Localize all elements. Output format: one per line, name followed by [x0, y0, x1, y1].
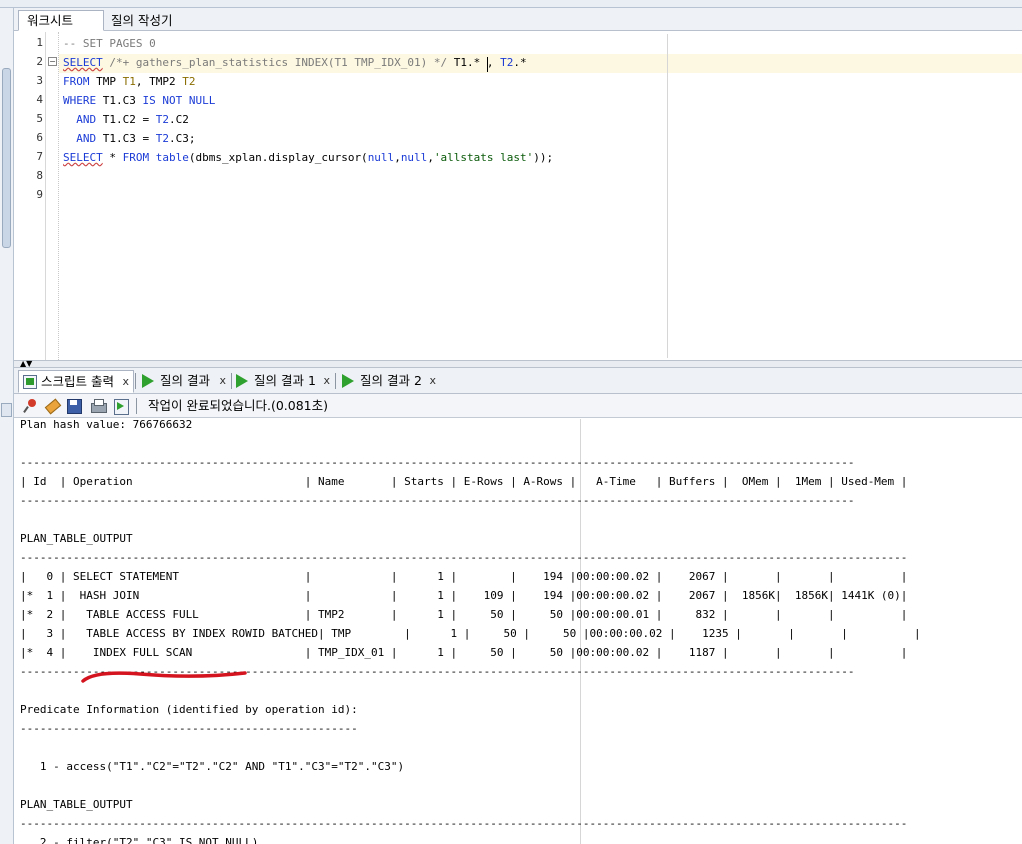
left-scroll-thumb[interactable] [2, 68, 11, 248]
code-line-7: SELECT * FROM table(dbms_xplan.display_c… [63, 151, 554, 164]
tab-separator [135, 373, 136, 389]
clear-eraser-icon[interactable] [44, 398, 60, 414]
panel-splitter[interactable]: ▲▼ [14, 360, 1022, 368]
splitter-arrows-icon[interactable]: ▲▼ [20, 360, 32, 368]
output-line: PLAN_TABLE_OUTPUT [20, 532, 133, 545]
toolbar-separator [136, 398, 137, 414]
tab-close-button[interactable]: x [219, 370, 226, 392]
tab-separator [335, 373, 336, 389]
right-margin-guide [667, 34, 668, 358]
save-icon[interactable] [66, 398, 82, 414]
text-caret [487, 57, 488, 72]
left-side-marker[interactable] [1, 403, 12, 417]
line-number: 1 [36, 36, 43, 49]
tab-script-output[interactable]: 스크립트 출력 x [18, 370, 134, 393]
window-top-strip [0, 0, 1022, 8]
code-line-4: WHERE T1.C3 IS NOT NULL [63, 94, 216, 107]
run-result-icon [342, 374, 354, 388]
output-line: 2 - filter("T2"."C3" IS NOT NULL) [20, 836, 259, 844]
output-line: ----------------------------------------… [20, 456, 855, 469]
script-output-icon [23, 375, 37, 389]
tab-close-button[interactable]: x [429, 370, 436, 392]
line-number: 8 [36, 169, 43, 182]
left-side-bar [0, 8, 14, 844]
line-number: 4 [36, 93, 43, 106]
output-line: |* 4 | INDEX FULL SCAN | TMP_IDX_01 | 1 … [20, 646, 908, 659]
tab-query-result-2[interactable]: 질의 결과 2 x [338, 370, 440, 393]
code-line-3: FROM TMP T1, TMP2 T2 [63, 75, 196, 88]
output-tab-bar: 스크립트 출력 x 질의 결과 x 질의 결과 1 x 질의 결과 2 x [14, 368, 1022, 394]
output-line: ----------------------------------------… [20, 551, 908, 564]
output-line: Plan hash value: 766766632 [20, 419, 193, 431]
line-number: 6 [36, 131, 43, 144]
output-line: | 3 | TABLE ACCESS BY INDEX ROWID BATCHE… [20, 627, 921, 640]
run-result-icon [236, 374, 248, 388]
output-line: ----------------------------------------… [20, 817, 908, 830]
red-underline-annotation [81, 671, 247, 683]
code-line-2: SELECT /*+ gathers_plan_statistics INDEX… [63, 56, 527, 69]
run-result-icon [142, 374, 154, 388]
tab-query-builder[interactable]: 질의 작성기 [102, 10, 181, 31]
output-line: |* 1 | HASH JOIN | | 1 | 109 | 194 |00:0… [20, 589, 908, 602]
sql-editor[interactable]: 1 2 3 4 5 6 7 8 9 − -- SET PAGES 0 SELEC… [14, 32, 1022, 360]
line-number: 2 [36, 55, 43, 68]
code-line-5: AND T1.C2 = T2.C2 [76, 113, 189, 126]
print-icon[interactable] [90, 398, 107, 414]
line-number: 9 [36, 188, 43, 201]
output-line: |* 2 | TABLE ACCESS FULL | TMP2 | 1 | 50… [20, 608, 908, 621]
line-number: 5 [36, 112, 43, 125]
script-output-area[interactable]: Plan hash value: 766766632 --------------… [14, 419, 1022, 844]
output-line: ----------------------------------------… [20, 494, 855, 507]
tab-label: 스크립트 출력 [41, 374, 114, 389]
output-line: 1 - access("T1"."C2"="T2"."C2" AND "T1".… [20, 760, 405, 773]
output-line: | Id | Operation | Name | Starts | E-Row… [20, 475, 908, 488]
tab-label: 질의 결과 2 [360, 373, 422, 388]
task-status-message: 작업이 완료되었습니다.(0.081초) [148, 398, 328, 413]
output-line: PLAN_TABLE_OUTPUT [20, 798, 133, 811]
line-number: 7 [36, 150, 43, 163]
line-number: 3 [36, 74, 43, 87]
output-toolbar: 작업이 완료되었습니다.(0.081초) [14, 394, 1022, 418]
tab-label: 질의 결과 1 [254, 373, 316, 388]
tab-query-result-1[interactable]: 질의 결과 1 x [232, 370, 334, 393]
pin-icon[interactable] [22, 398, 38, 414]
tab-label: 질의 결과 [160, 373, 210, 388]
code-area[interactable]: -- SET PAGES 0 SELECT /*+ gathers_plan_s… [58, 32, 1022, 360]
output-line: | 0 | SELECT STATEMENT | | 1 | | 194 |00… [20, 570, 908, 583]
export-icon[interactable] [113, 398, 129, 415]
editor-tab-bar: 워크시트 질의 작성기 [14, 8, 1022, 31]
line-number-gutter: 1 2 3 4 5 6 7 8 9 [18, 32, 46, 360]
fold-collapse-icon[interactable]: − [48, 57, 57, 66]
code-line-1: -- SET PAGES 0 [63, 37, 156, 50]
code-line-6: AND T1.C3 = T2.C3; [76, 132, 196, 145]
tab-close-button[interactable]: x [323, 370, 330, 392]
tab-query-result[interactable]: 질의 결과 x [138, 370, 230, 393]
output-line: Predicate Information (identified by ope… [20, 703, 358, 716]
tab-worksheet[interactable]: 워크시트 [18, 10, 104, 31]
tab-close-button[interactable]: x [122, 371, 129, 393]
output-line: ----------------------------------------… [20, 722, 358, 735]
